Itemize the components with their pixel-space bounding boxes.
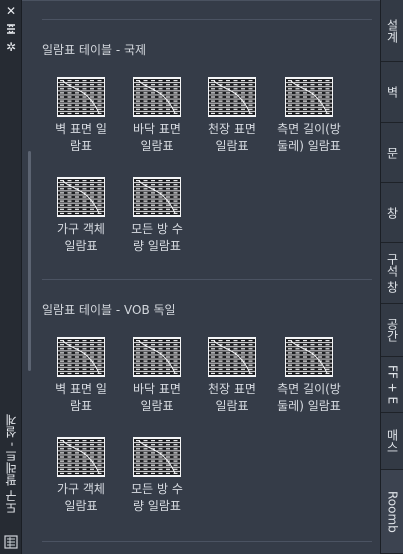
close-icon[interactable]: ✕ [3,4,19,18]
tool-label: 바닥 표면 일람표 [133,382,181,413]
tool-label: 벽 표면 일 람표 [55,122,107,153]
tool-item[interactable]: 천장 표면 일람표 [193,77,271,155]
palette-title[interactable]: 도구 팔레트 - 설계 [2,405,20,523]
autohide-icon[interactable] [3,22,19,36]
tab-5[interactable]: 공간 [381,304,403,357]
tool-item[interactable]: 측면 길이(방 둘레) 일람표 [270,337,348,415]
tab-label: Roomb [385,490,400,533]
schedule-table-icon [42,177,120,217]
palette-menu-icon[interactable] [4,534,18,549]
tool-label: 천장 표면 일람표 [208,382,256,413]
tab-8[interactable]: Roomb [381,470,403,554]
tool-label: 모든 방 수 량 일람표 [131,482,183,513]
tool-palette-content: 일람표 테이블 - 국제 벽 표면 일 람표 바닥 표면 일람표 천장 표면 일람표 측… [22,0,380,554]
palette-tabs: 설계벽문창구석 창공간 FF + E 매스 Roomb [380,0,403,554]
tab-label: 문 [385,146,399,159]
tool-item[interactable]: 벽 표면 일 람표 [42,337,120,415]
tool-label: 모든 방 수 량 일람표 [131,222,183,253]
tab-7[interactable]: 매스 [381,413,403,470]
palette-titlebar: ✕ ✲ 도구 팔레트 - 설계 [0,0,22,554]
schedule-table-icon [270,77,348,117]
tab-2[interactable]: 문 [381,123,403,183]
tab-0[interactable]: 설계 [381,0,403,62]
scrollbar[interactable] [28,151,31,371]
separator [42,541,372,542]
tab-6[interactable]: FF + E [381,357,403,413]
tab-label: 구석 창 [385,253,399,293]
tool-label: 가구 객체 일람표 [57,222,105,253]
tool-label: 측면 길이(방 둘레) 일람표 [277,382,341,413]
schedule-table-icon [193,337,271,377]
schedule-table-icon [118,77,196,117]
group-title: 일람표 테이블 - VOB 독일 [42,303,176,317]
tab-3[interactable]: 창 [381,183,403,243]
separator [42,19,372,20]
schedule-table-icon [42,437,120,477]
tool-label: 천장 표면 일람표 [208,122,256,153]
tool-label: 바닥 표면 일람표 [133,122,181,153]
tab-label: 공간 [385,318,399,342]
tab-label: 매스 [385,429,399,453]
tool-label: 측면 길이(방 둘레) 일람표 [277,122,341,153]
tool-item[interactable]: 모든 방 수 량 일람표 [118,437,196,515]
tool-item[interactable]: 바닥 표면 일람표 [118,77,196,155]
tool-item[interactable]: 벽 표면 일 람표 [42,77,120,155]
tool-item[interactable]: 바닥 표면 일람표 [118,337,196,415]
separator [42,279,372,280]
schedule-table-icon [118,177,196,217]
tool-label: 벽 표면 일 람표 [55,382,107,413]
tool-item[interactable]: 가구 객체 일람표 [42,177,120,255]
schedule-table-icon [42,337,120,377]
properties-icon[interactable]: ✲ [3,40,19,54]
group-title: 일람표 테이블 - 국제 [42,43,147,57]
tab-label: FF + E [385,364,400,405]
tool-item[interactable]: 천장 표면 일람표 [193,337,271,415]
tool-item[interactable]: 가구 객체 일람표 [42,437,120,515]
schedule-table-icon [118,437,196,477]
tab-label: 설계 [385,18,399,43]
tab-4[interactable]: 구석 창 [381,243,403,304]
tool-label: 가구 객체 일람표 [57,482,105,513]
schedule-table-icon [42,77,120,117]
tool-item[interactable]: 모든 방 수 량 일람표 [118,177,196,255]
tab-1[interactable]: 벽 [381,62,403,123]
schedule-table-icon [118,337,196,377]
tool-item[interactable]: 측면 길이(방 둘레) 일람표 [270,77,348,155]
schedule-table-icon [193,77,271,117]
schedule-table-icon [270,337,348,377]
tab-label: 창 [385,206,399,219]
tab-label: 벽 [385,86,399,98]
